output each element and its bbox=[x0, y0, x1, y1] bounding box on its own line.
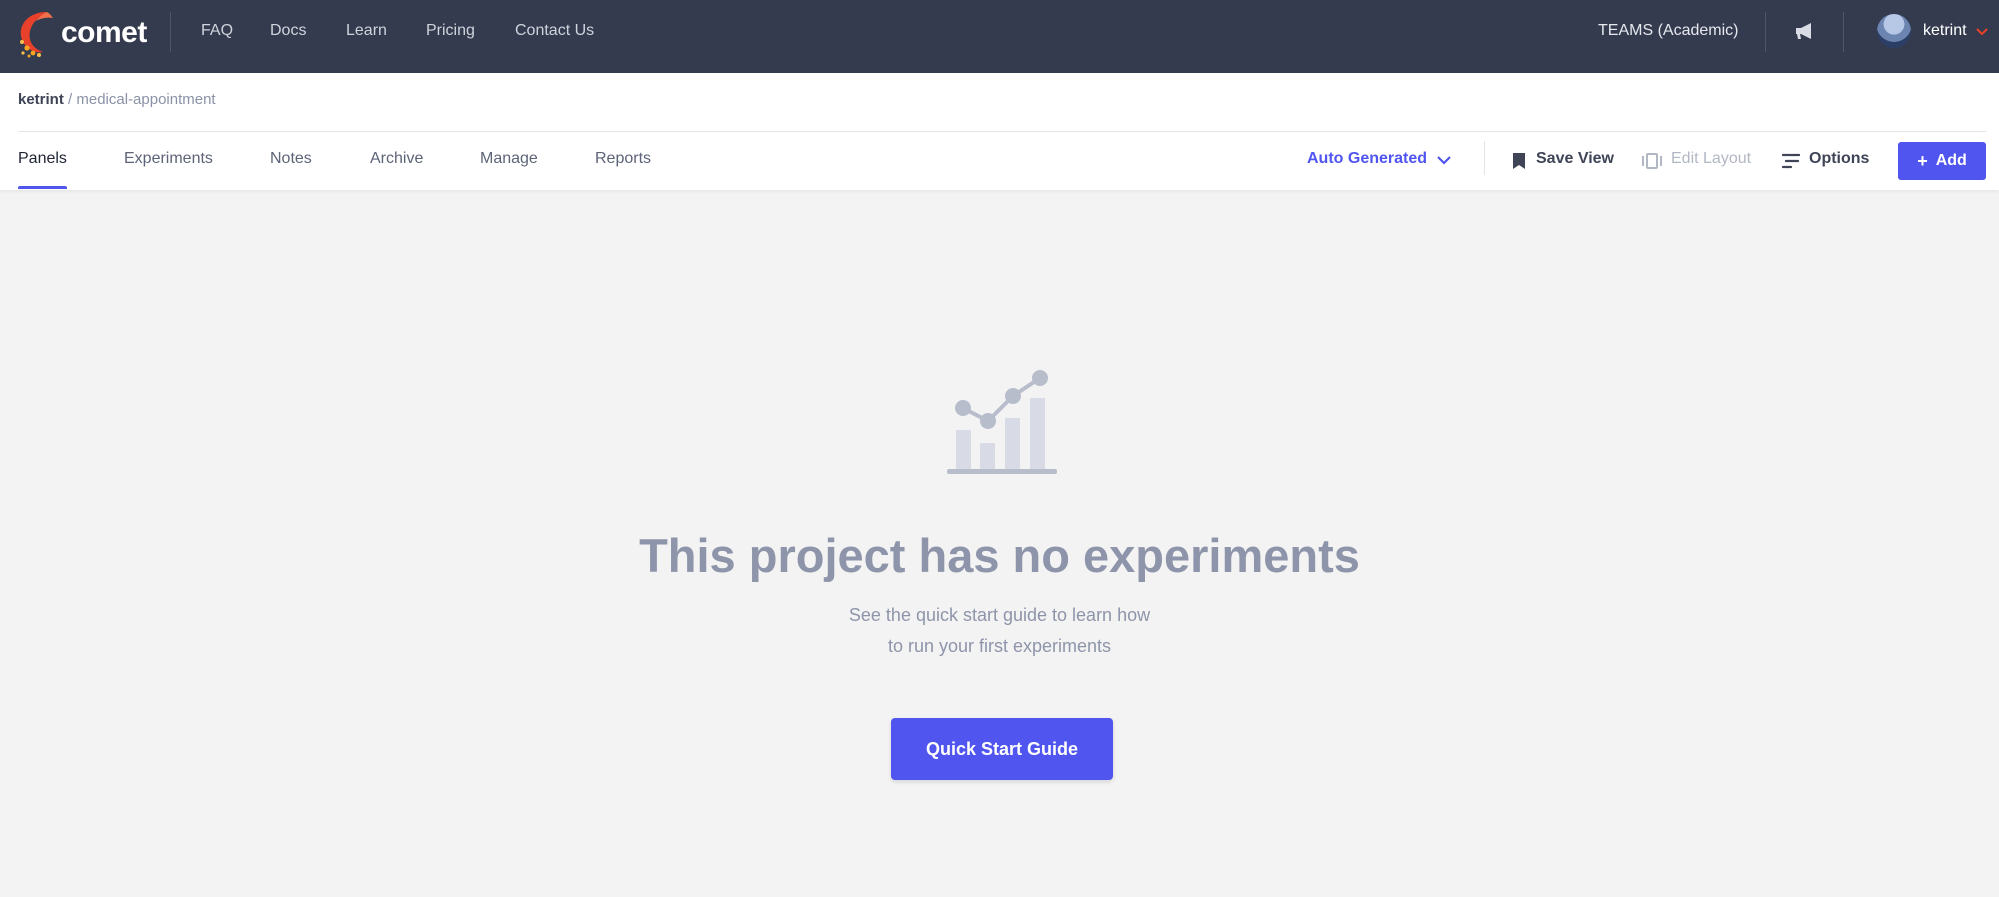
view-select[interactable]: Auto Generated bbox=[1307, 150, 1427, 168]
tab-manage[interactable]: Manage bbox=[480, 150, 538, 168]
tab-archive[interactable]: Archive bbox=[370, 150, 423, 168]
empty-state-subtitle: See the quick start guide to learn how t… bbox=[0, 600, 1999, 662]
plus-icon: + bbox=[1917, 150, 1928, 171]
breadcrumb: ketrint / medical-appointment bbox=[18, 91, 216, 108]
options-lines-icon bbox=[1782, 153, 1800, 169]
breadcrumb-separator: / bbox=[68, 91, 73, 108]
tab-notes[interactable]: Notes bbox=[270, 150, 312, 168]
header-divider bbox=[18, 131, 1986, 132]
username[interactable]: ketrint bbox=[1923, 0, 1967, 62]
empty-state-subtitle-line: to run your first experiments bbox=[887, 636, 1112, 656]
active-tab-indicator bbox=[18, 186, 67, 189]
plan-label[interactable]: TEAMS (Academic) bbox=[1598, 0, 1738, 62]
breadcrumb-owner[interactable]: ketrint bbox=[18, 91, 64, 108]
nav-learn[interactable]: Learn bbox=[346, 0, 387, 62]
quick-start-guide-button[interactable]: Quick Start Guide bbox=[891, 718, 1113, 780]
divider bbox=[1484, 141, 1485, 175]
chevron-down-icon[interactable] bbox=[1437, 155, 1451, 165]
empty-state-subtitle-line: See the quick start guide to learn how bbox=[848, 605, 1151, 625]
divider bbox=[170, 12, 171, 52]
avatar[interactable] bbox=[1877, 14, 1911, 48]
nav-pricing[interactable]: Pricing bbox=[426, 0, 475, 62]
empty-state-title: This project has no experiments bbox=[639, 529, 1360, 582]
megaphone-icon[interactable] bbox=[1794, 21, 1816, 41]
nav-docs[interactable]: Docs bbox=[270, 0, 306, 62]
nav-faq[interactable]: FAQ bbox=[201, 0, 233, 62]
breadcrumb-project[interactable]: medical-appointment bbox=[76, 91, 215, 108]
chevron-down-icon[interactable] bbox=[1976, 27, 1988, 37]
edit-layout-button[interactable]: Edit Layout bbox=[1671, 150, 1751, 168]
tab-panels[interactable]: Panels bbox=[18, 150, 67, 168]
comet-logo[interactable]: comet bbox=[17, 8, 147, 58]
nav-contact-us[interactable]: Contact Us bbox=[515, 0, 594, 62]
brand-name: comet bbox=[61, 16, 147, 49]
divider bbox=[1843, 12, 1844, 52]
add-button[interactable]: + Add bbox=[1898, 142, 1986, 180]
bookmark-icon bbox=[1513, 153, 1525, 169]
top-navbar: comet FAQ Docs Learn Pricing Contact Us … bbox=[0, 0, 1999, 73]
tab-reports[interactable]: Reports bbox=[595, 150, 651, 168]
add-button-label: Add bbox=[1935, 152, 1967, 169]
tab-experiments[interactable]: Experiments bbox=[124, 150, 213, 168]
chart-illustration-icon bbox=[947, 370, 1057, 474]
options-button[interactable]: Options bbox=[1809, 150, 1869, 168]
comet-logo-icon bbox=[20, 12, 53, 58]
save-view-button[interactable]: Save View bbox=[1536, 150, 1614, 168]
layout-icon bbox=[1642, 153, 1662, 169]
divider bbox=[1765, 12, 1766, 52]
